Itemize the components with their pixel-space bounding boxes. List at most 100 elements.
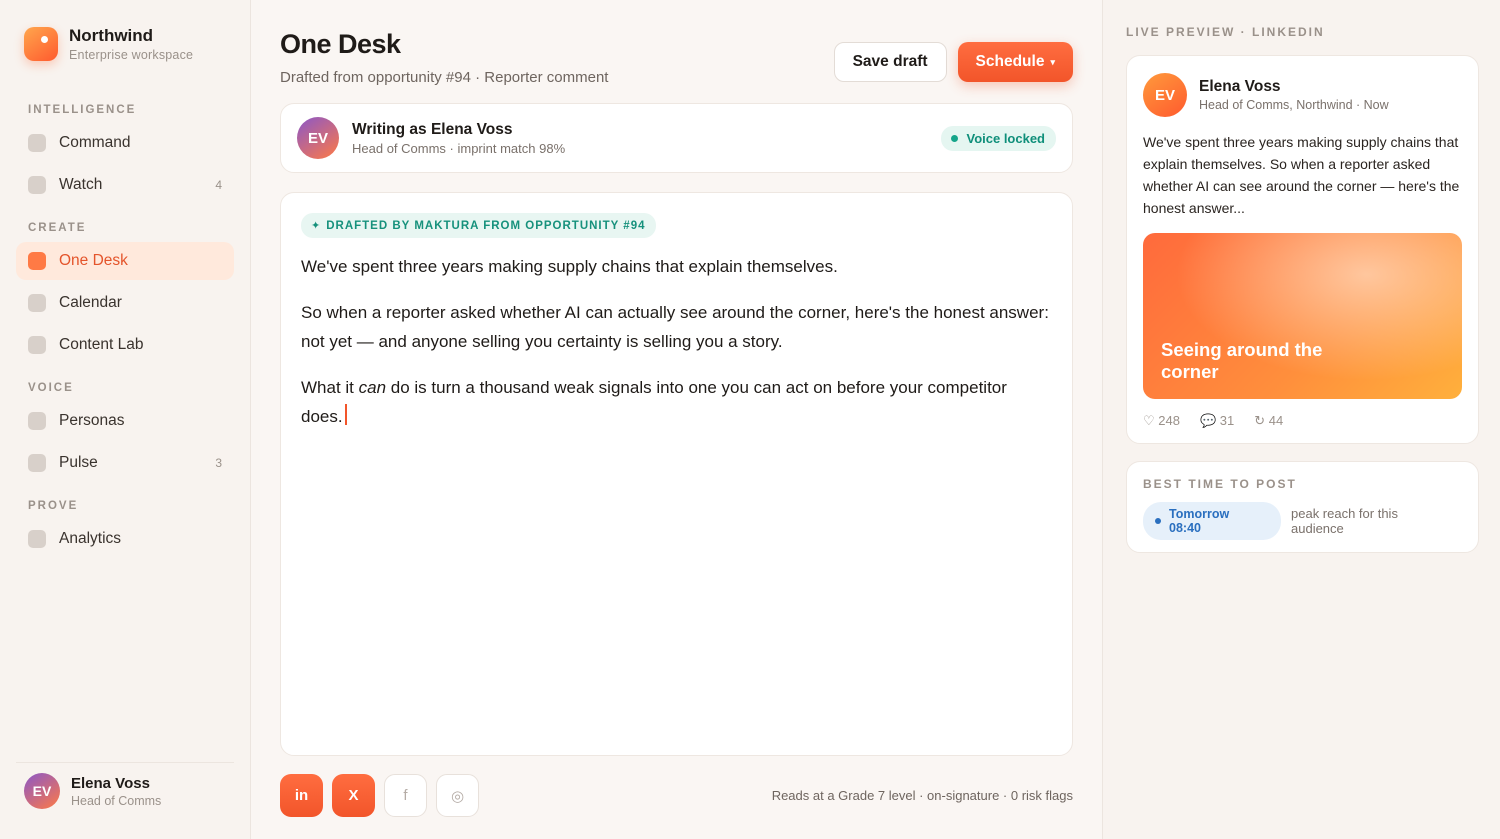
schedule-label: Schedule: [975, 53, 1045, 70]
analytics-icon: [28, 530, 46, 548]
sidebar-item-content-lab[interactable]: Content Lab: [16, 326, 234, 364]
brand[interactable]: Northwind Enterprise workspace: [16, 0, 234, 62]
sidebar-item-label: Analytics: [59, 530, 122, 547]
user-profile[interactable]: EV Elena Voss Head of Comms: [16, 762, 234, 809]
sidebar-item-one-desk[interactable]: One Desk: [16, 242, 234, 280]
best-time-time: 08:40: [1169, 521, 1201, 535]
brand-subtitle: Enterprise workspace: [69, 48, 194, 62]
sidebar-item-label: One Desk: [59, 252, 128, 269]
sidebar-item-analytics[interactable]: Analytics: [16, 520, 234, 558]
voice-locked-badge: Voice locked: [941, 125, 1056, 151]
preview-body: We've spent three years making supply ch…: [1143, 134, 1460, 216]
best-time-day: Tomorrow: [1169, 507, 1230, 521]
nav-list-prove: Analytics: [16, 520, 234, 558]
pulse-icon: [28, 454, 46, 472]
sidebar-item-command[interactable]: Command: [16, 124, 234, 162]
sidebar-item-watch[interactable]: Watch 4: [16, 166, 234, 204]
preview-header: EV Elena Voss Head of Comms, Northwind ·…: [1143, 73, 1462, 117]
best-time-pill[interactable]: Tomorrow 08:40: [1143, 502, 1281, 540]
preview-engagement: ♡ 248 💬 31 ↻ 44: [1143, 413, 1462, 429]
avatar: EV: [297, 117, 339, 159]
page-subtitle: Drafted from opportunity #94 · Reporter …: [280, 69, 609, 86]
sidebar-item-count: 4: [215, 178, 222, 192]
one-desk-icon: [28, 252, 46, 270]
likes-count: ♡ 248: [1143, 413, 1180, 428]
nav-section-intelligence: INTELLIGENCE: [28, 104, 137, 116]
sparkle-icon: ✦: [311, 220, 322, 232]
writer-persona-card[interactable]: EV Writing as Elena Voss Head of Comms ·…: [280, 103, 1073, 173]
save-draft-button[interactable]: Save draft: [833, 42, 947, 82]
status-dot-icon: [951, 134, 959, 142]
linkedin-icon: in: [294, 787, 309, 804]
nav-section-create: CREATE: [28, 222, 87, 234]
sidebar-item-personas[interactable]: Personas: [16, 402, 234, 440]
sidebar-item-label: Command: [59, 134, 131, 151]
best-time-text: Tomorrow 08:40: [1169, 507, 1229, 535]
instagram-channel-button[interactable]: ◎: [436, 774, 479, 817]
text-cursor: [344, 404, 347, 425]
preview-image: Seeing around the corner: [1143, 233, 1462, 399]
title-row: One Desk Drafted from opportunity #94 · …: [280, 0, 1073, 86]
linkedin-preview-card: EV Elena Voss Head of Comms, Northwind ·…: [1126, 55, 1479, 444]
preview-panel: LIVE PREVIEW · LINKEDIN EV Elena Voss He…: [1102, 0, 1500, 839]
preview-author-role: Head of Comms, Northwind · Now: [1199, 98, 1389, 112]
profile-name: Elena Voss: [71, 774, 150, 792]
brand-name: Northwind: [69, 26, 154, 45]
x-icon: X: [348, 787, 359, 804]
sidebar-item-label: Watch: [59, 176, 103, 193]
linkedin-channel-button[interactable]: in: [280, 774, 323, 817]
schedule-button[interactable]: Schedule ▾: [957, 42, 1073, 82]
editor-paragraph: What it can do is turn a thousand weak s…: [301, 373, 1052, 431]
time-dot-icon: [1155, 518, 1161, 524]
preview-label: LIVE PREVIEW · LINKEDIN: [1126, 25, 1325, 39]
avatar: EV: [1143, 73, 1187, 117]
instagram-icon: ◎: [450, 787, 465, 805]
nav-list-create: One Desk Calendar Content Lab: [16, 242, 234, 364]
sidebar-item-label: Content Lab: [59, 336, 144, 353]
main-content: One Desk Drafted from opportunity #94 · …: [251, 0, 1102, 839]
content-lab-icon: [28, 336, 46, 354]
nav-section-voice: VOICE: [28, 382, 74, 394]
header-actions: Save draft Schedule ▾: [833, 42, 1073, 82]
editor-paragraph: So when a reporter asked whether AI can …: [301, 303, 1049, 351]
writer-text: Writing as Elena Voss Head of Comms · im…: [352, 121, 565, 156]
best-time-row: Tomorrow 08:40 peak reach for this audie…: [1143, 502, 1462, 540]
x-channel-button[interactable]: X: [332, 774, 375, 817]
drafted-badge: ✦ DRAFTED BY MAKTURA FROM OPPORTUNITY #9…: [301, 213, 656, 238]
best-time-card: BEST TIME TO POST Tomorrow 08:40 peak re…: [1126, 461, 1479, 553]
facebook-channel-button[interactable]: f: [384, 774, 427, 817]
sidebar-item-label: Personas: [59, 412, 125, 429]
calendar-icon: [28, 294, 46, 312]
editor-text: do is turn a thousand weak signals into …: [301, 378, 1007, 426]
personas-icon: [28, 412, 46, 430]
writer-subtitle: Head of Comms · imprint match 98%: [352, 140, 566, 156]
brand-logo-icon: [24, 27, 58, 61]
sidebar-item-calendar[interactable]: Calendar: [16, 284, 234, 322]
sidebar-item-pulse[interactable]: Pulse 3: [16, 444, 234, 482]
title-block: One Desk Drafted from opportunity #94 · …: [280, 29, 608, 86]
preview-image-title: Seeing around the corner: [1161, 339, 1323, 382]
sidebar-item-label: Calendar: [59, 294, 122, 311]
preview-header-text: Elena Voss Head of Comms, Northwind · No…: [1199, 78, 1389, 112]
editor[interactable]: ✦ DRAFTED BY MAKTURA FROM OPPORTUNITY #9…: [280, 192, 1073, 756]
sidebar-item-label: Pulse: [59, 454, 98, 471]
editor-text: What it: [301, 378, 359, 397]
brand-text: Northwind Enterprise workspace: [69, 26, 193, 62]
nav-list-voice: Personas Pulse 3: [16, 402, 234, 482]
bottom-toolbar: in X f ◎ Reads at a Grade 7 level · on-s…: [280, 774, 1073, 817]
app-window: Northwind Enterprise workspace INTELLIGE…: [0, 0, 1500, 839]
sidebar: Northwind Enterprise workspace INTELLIGE…: [0, 0, 251, 839]
best-time-note: peak reach for this audience: [1291, 506, 1398, 536]
shares-count: ↻ 44: [1254, 413, 1284, 428]
nav-list-intelligence: Command Watch 4: [16, 124, 234, 204]
sidebar-item-count: 3: [215, 456, 222, 470]
profile-role: Head of Comms: [71, 793, 162, 808]
page-title: One Desk: [280, 29, 401, 59]
voice-badge-label: Voice locked: [966, 130, 1045, 146]
chevron-down-icon: ▾: [1050, 56, 1055, 67]
editor-paragraph: We've spent three years making supply ch…: [301, 257, 838, 276]
comments-count: 💬 31: [1199, 413, 1235, 428]
preview-author-name: Elena Voss: [1199, 78, 1281, 95]
best-time-label: BEST TIME TO POST: [1143, 477, 1297, 491]
editor-body[interactable]: We've spent three years making supply ch…: [301, 252, 1052, 431]
